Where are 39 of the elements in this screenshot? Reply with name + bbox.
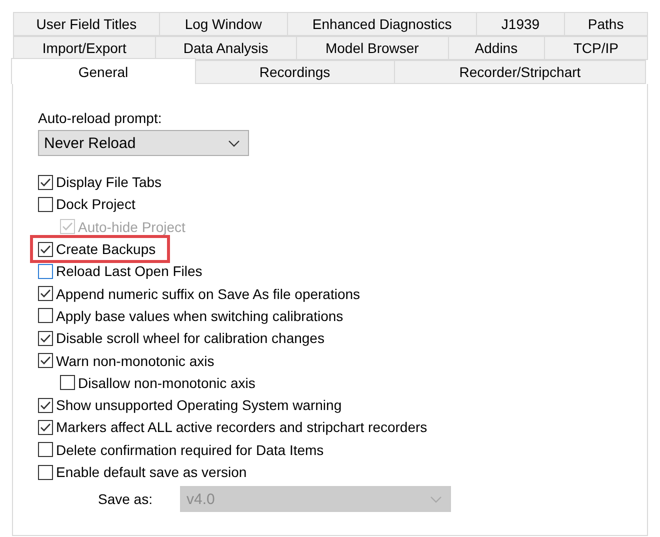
tab[interactable]: Recorder/Stripchart xyxy=(394,60,646,84)
checkbox-option[interactable]: Apply base values when switching calibrations xyxy=(38,308,344,324)
checkbox-option[interactable]: Disable scroll wheel for calibration changes xyxy=(38,330,324,346)
tab[interactable]: General xyxy=(11,58,196,84)
checkbox-option[interactable]: Display File Tabs xyxy=(38,174,162,190)
tab[interactable]: Model Browser xyxy=(296,36,449,60)
tab[interactable]: J1939 xyxy=(476,12,565,36)
checkmark-icon xyxy=(40,244,51,254)
tab[interactable]: Recordings xyxy=(194,60,395,84)
checkbox-option[interactable]: Create Backups xyxy=(36,241,164,258)
checkbox-option[interactable]: Delete confirmation required for Data Items xyxy=(38,442,324,458)
tab[interactable]: Log Window xyxy=(158,12,288,36)
tab[interactable]: Data Analysis xyxy=(154,36,297,60)
tab[interactable]: User Field Titles xyxy=(13,12,160,36)
checkmark-icon xyxy=(40,334,51,343)
field-label: Auto-reload prompt: xyxy=(38,110,163,126)
checkmark-icon xyxy=(40,289,51,298)
checkmark-icon xyxy=(40,178,51,187)
checkbox-option[interactable]: Reload Last Open Files xyxy=(38,263,202,280)
checkbox-option[interactable]: Enable default save as version xyxy=(38,464,247,480)
tab[interactable]: Addins xyxy=(448,36,545,60)
tab[interactable]: Import/Export xyxy=(13,36,156,60)
checkbox-option[interactable]: Dock Project xyxy=(38,196,136,212)
checkbox-option[interactable]: Warn non-monotonic axis xyxy=(38,352,214,369)
tab[interactable]: TCP/IP xyxy=(544,36,648,60)
checkbox-option[interactable]: Markers affect ALL active recorders and stripchart recorders xyxy=(38,419,428,436)
checkmark-icon xyxy=(62,222,73,232)
chevron-down-icon xyxy=(430,496,442,503)
tab[interactable]: Enhanced Diagnostics xyxy=(286,12,478,36)
tab[interactable]: Paths xyxy=(564,12,648,36)
checkbox-option[interactable]: Disallow non-monotonic axis xyxy=(60,374,256,391)
checkbox-option[interactable]: Append numeric suffix on Save As file operations xyxy=(38,286,360,302)
reload-dropdown[interactable]: Never Reload xyxy=(38,130,249,156)
checkmark-icon xyxy=(40,356,51,366)
checkbox-option[interactable]: Show unsupported Operating System warning xyxy=(38,397,342,414)
checkmark-icon xyxy=(40,400,51,410)
chevron-down-icon xyxy=(228,140,240,146)
field-label: Save as: xyxy=(98,491,152,508)
checkmark-icon xyxy=(40,422,51,432)
